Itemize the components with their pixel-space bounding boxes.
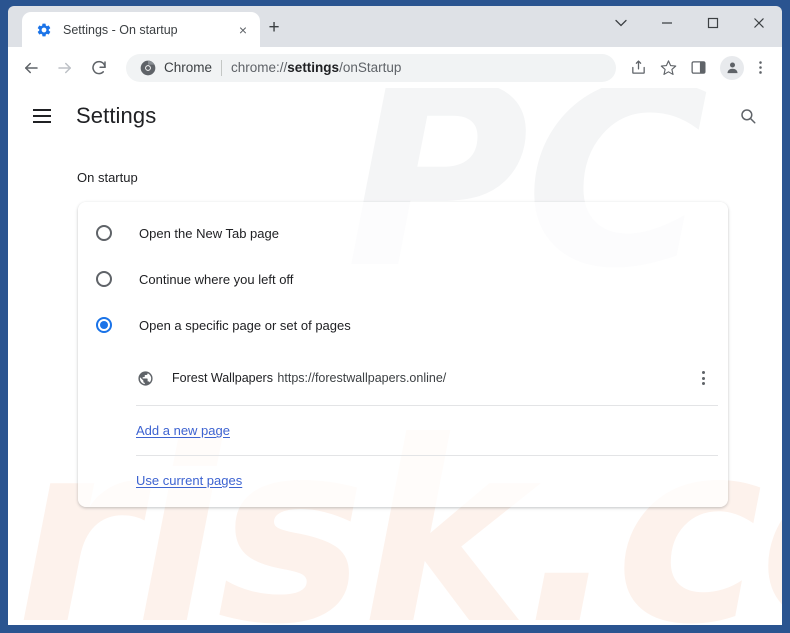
reload-button[interactable] [84,53,114,83]
use-current-pages-link[interactable]: Use current pages [136,473,242,488]
close-icon[interactable]: × [234,21,252,39]
chrome-logo-icon [140,60,156,76]
url-bold-segment: settings [287,60,340,75]
forward-button[interactable] [50,53,80,83]
close-button[interactable] [736,6,782,39]
startup-page-name: Forest Wallpapers [172,371,273,385]
settings-gear-icon [36,22,52,38]
startup-option-label: Continue where you left off [139,271,294,287]
maximize-button[interactable] [690,6,736,39]
new-tab-button[interactable]: + [260,13,288,41]
startup-option-new-tab[interactable]: Open the New Tab page [78,210,728,256]
startup-option-label: Open a specific page or set of pages [139,317,351,333]
tab-search-button[interactable] [598,6,644,39]
settings-page: PC risk.com Settings On startup Open the… [8,88,782,625]
omnibox-separator [221,59,223,76]
add-new-page-row: Add a new page [78,406,728,455]
startup-page-row: Forest Wallpapers https://forestwallpape… [136,351,718,405]
profile-avatar-icon[interactable] [720,55,744,80]
url-prefix: chrome:// [231,60,288,75]
address-bar[interactable]: Chrome chrome://settings/onStartup [126,53,616,82]
share-icon[interactable] [624,54,652,82]
browser-window-frame: Settings - On startup × + Chrome chrome:… [0,0,790,633]
startup-option-specific-pages[interactable]: Open a specific page or set of pages [78,302,728,348]
settings-header: Settings [8,88,782,144]
search-icon[interactable] [736,104,760,128]
radio-button-unselected[interactable] [96,271,112,287]
hamburger-menu-icon[interactable] [30,104,54,128]
browser-tab[interactable]: Settings - On startup × [22,12,260,47]
url-suffix: /onStartup [339,60,402,75]
window-controls [598,6,782,47]
omnibox-scheme-label: Chrome [164,60,213,75]
three-dot-menu-icon[interactable] [746,54,774,82]
minimize-button[interactable] [644,6,690,39]
tab-strip: Settings - On startup × + [8,6,782,47]
radio-button-unselected[interactable] [96,225,112,241]
side-panel-icon[interactable] [684,54,712,82]
use-current-pages-row: Use current pages [78,456,728,505]
tab-title: Settings - On startup [63,22,178,37]
startup-option-label: Open the New Tab page [139,225,279,241]
globe-icon [136,369,154,387]
radio-button-selected[interactable] [96,317,112,333]
section-heading: On startup [77,170,138,185]
add-new-page-link[interactable]: Add a new page [136,423,230,438]
three-dot-menu-icon[interactable] [690,365,716,391]
back-button[interactable] [16,53,46,83]
startup-page-text: Forest Wallpapers https://forestwallpape… [172,369,690,387]
startup-option-continue[interactable]: Continue where you left off [78,256,728,302]
on-startup-card: Open the New Tab page Continue where you… [78,202,728,507]
star-icon[interactable] [654,54,682,82]
browser-toolbar: Chrome chrome://settings/onStartup [8,47,782,88]
startup-page-url: https://forestwallpapers.online/ [277,371,447,385]
page-title: Settings [76,103,157,128]
omnibox-url-text: chrome://settings/onStartup [231,60,401,75]
